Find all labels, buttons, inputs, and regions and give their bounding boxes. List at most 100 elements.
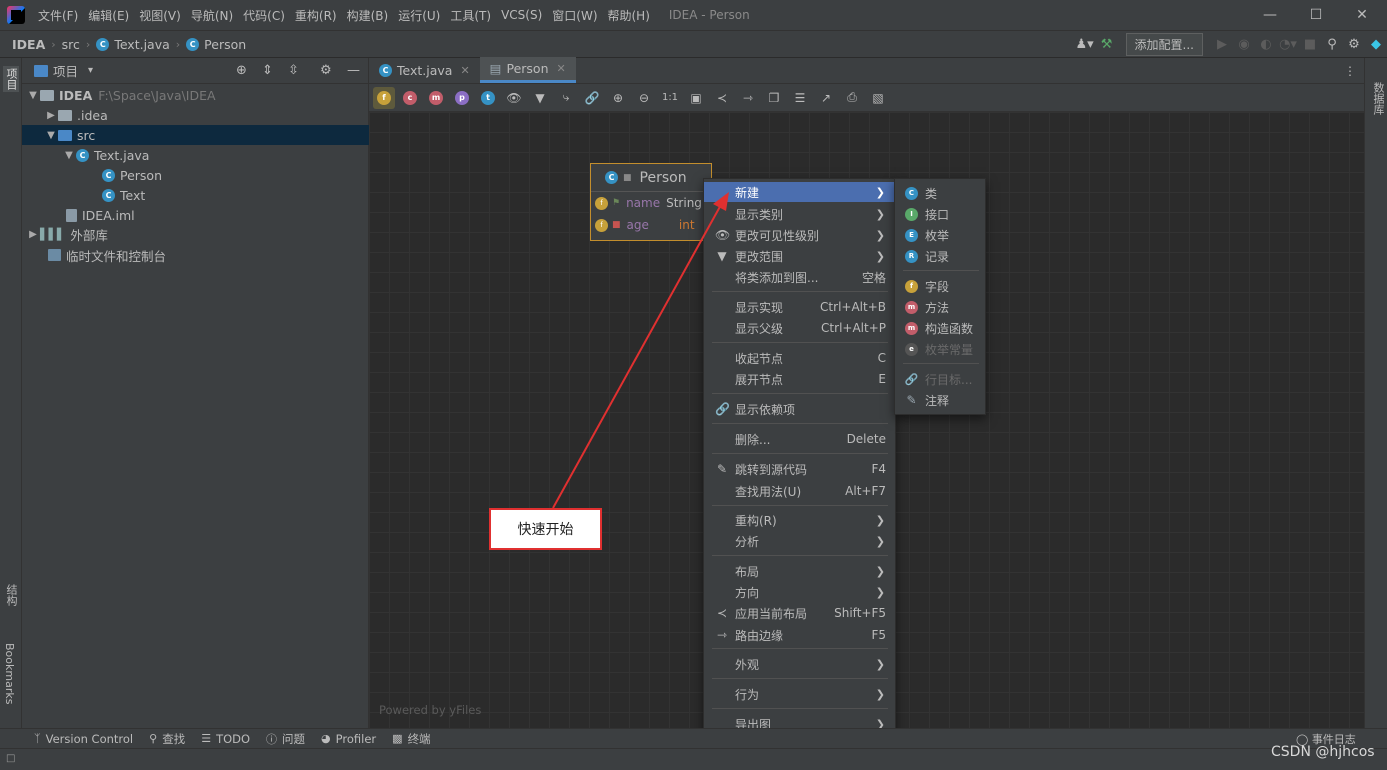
find-button[interactable]: ⚲ 查找 [149,731,185,747]
menu-apply-layout[interactable]: ≺ 应用当前布局 Shift+F5 [704,603,895,623]
breadcrumb-project[interactable]: IDEA [12,37,45,52]
scope-icon[interactable]: ⤷ [555,87,577,109]
menu-analyze[interactable]: 分析 ❯ [704,531,895,551]
menu-orientation[interactable]: 方向 ❯ [704,582,895,602]
version-control-button[interactable]: ᛉ Version Control [34,732,133,746]
menu-layout[interactable]: 布局 ❯ [704,561,895,581]
toolbox-icon[interactable]: ◆ [1365,37,1387,52]
submenu-note[interactable]: ✎ 注释 [895,390,985,410]
todo-button[interactable]: ☰ TODO [201,732,250,746]
breadcrumb-file[interactable]: Text.java [114,37,169,52]
menu-delete[interactable]: 删除... Delete [704,429,895,449]
panel-settings-icon[interactable]: ⚙ [320,63,332,78]
menu-collapse-nodes[interactable]: 收起节点 C [704,348,895,368]
submenu-class[interactable]: C类 [895,183,985,203]
project-tool-tab[interactable]: 项目 [3,66,19,92]
menu-build[interactable]: 构建(B) [342,7,394,24]
structure-icon[interactable]: ☰ [789,87,811,109]
show-inner-classes-button[interactable]: t [477,87,499,109]
menu-expand-nodes[interactable]: 展开节点 E [704,369,895,389]
menu-code[interactable]: 代码(C) [238,7,290,24]
menu-edit[interactable]: 编辑(E) [83,7,134,24]
profile-icon[interactable]: ◔▾ [1277,37,1299,52]
structure-tool-tab[interactable]: 结构 [3,584,19,606]
filter-icon[interactable]: ▼ [529,87,551,109]
menu-show-dependencies[interactable]: 🔗 显示依赖项 [704,399,895,419]
expand-arrow-icon[interactable]: ▼ [44,130,58,141]
breadcrumb-class[interactable]: Person [204,37,246,52]
menu-behavior[interactable]: 行为 ❯ [704,684,895,704]
menu-add-class[interactable]: 将类添加到图... 空格 [704,267,895,287]
show-properties-button[interactable]: p [451,87,473,109]
search-icon[interactable]: ⚲ [1321,37,1343,52]
breadcrumb-folder[interactable]: src [62,37,80,52]
bookmarks-tool-tab[interactable]: Bookmarks [3,643,16,704]
menu-refactor[interactable]: 重构(R) ❯ [704,510,895,530]
tree-item-project-root[interactable]: ▼ IDEA F:\Space\Java\IDEA [22,85,369,105]
minimize-icon[interactable]: — [1247,0,1293,30]
menu-file[interactable]: 文件(F) [33,7,83,24]
tab-text-java[interactable]: C Text.java ✕ [369,57,480,83]
user-icon[interactable]: ♟▾ [1074,37,1096,52]
tab-person-diagram[interactable]: ▤ Person ✕ [479,57,576,83]
project-panel-title[interactable]: 项目 [53,61,78,80]
maximize-icon[interactable]: ☐ [1293,0,1339,30]
close-window-icon[interactable]: ✕ [1339,0,1385,30]
menu-route-edges[interactable]: ⇾ 路由边缘 F5 [704,625,895,645]
visibility-button[interactable]: 👁 [503,87,525,109]
uml-class-node[interactable]: C ■ Person f ⚑ name String f ■ age int [590,163,712,241]
submenu-record[interactable]: R 记录 [895,246,985,266]
save-icon[interactable]: ▧ [867,87,889,109]
tree-item-external-libs[interactable]: ▶ ▌▌▌ 外部库 [22,224,369,244]
submenu-field[interactable]: f 字段 [895,276,985,296]
print-icon[interactable]: ⎙ [841,87,863,109]
menu-show-categories[interactable]: 显示类别 ❯ [704,204,895,224]
menu-show-parents[interactable]: 显示父级 Ctrl+Alt+P [704,318,895,338]
layout-icon[interactable]: ≺ [711,87,733,109]
tree-item-text[interactable]: C Text [22,185,369,205]
menu-run[interactable]: 运行(U) [393,7,445,24]
run-icon[interactable]: ▶ [1211,37,1233,52]
uml-field-name[interactable]: f ⚑ name String [591,192,711,214]
profiler-button[interactable]: ◕ Profiler [321,732,376,746]
menu-navigate[interactable]: 导航(N) [186,7,238,24]
zoom-in-icon[interactable]: ⊕ [607,87,629,109]
run-config-button[interactable]: 添加配置... [1125,33,1203,56]
dropdown-arrow-icon[interactable]: ▾ [88,65,93,76]
tree-item-idea-iml[interactable]: IDEA.iml [22,205,369,225]
menu-find-usages[interactable]: 查找用法(U) Alt+F7 [704,481,895,501]
show-fields-button[interactable]: f [373,86,395,109]
collapse-arrow-icon[interactable]: ▶ [44,110,58,121]
expand-all-icon[interactable]: ⇕ [262,63,273,78]
settings-gear-icon[interactable]: ⚙ [1343,37,1365,52]
show-methods-button[interactable]: m [425,87,447,109]
menu-show-implementations[interactable]: 显示实现 Ctrl+Alt+B [704,297,895,317]
tree-item-person[interactable]: C Person [22,165,369,185]
coverage-icon[interactable]: ◐ [1255,37,1277,52]
tree-item-src[interactable]: ▼ src [22,125,369,145]
menu-view[interactable]: 视图(V) [134,7,186,24]
more-options-icon[interactable]: ⋮ [1344,64,1356,78]
submenu-method[interactable]: m 方法 [895,297,985,317]
expand-arrow-icon[interactable]: ▼ [26,90,40,101]
zoom-out-icon[interactable]: ⊖ [633,87,655,109]
menu-help[interactable]: 帮助(H) [603,7,655,24]
build-hammer-icon[interactable]: ⚒ [1096,37,1118,52]
menu-new[interactable]: 新建 ❯ [704,182,895,202]
submenu-interface[interactable]: I 接口 [895,204,985,224]
menu-vcs[interactable]: VCS(S) [496,8,547,22]
route-edges-icon[interactable]: ⇾ [737,87,759,109]
collapse-all-icon[interactable]: ⇳ [288,63,299,78]
database-tool-tab[interactable]: 数据库 [1370,82,1386,115]
copy-icon[interactable]: ❐ [763,87,785,109]
close-tab-icon[interactable]: ✕ [460,64,469,77]
terminal-button[interactable]: ▩ 终端 [392,731,430,747]
problems-button[interactable]: ⓘ 问题 [266,731,305,747]
menu-change-scope[interactable]: ▼ 更改范围 ❯ [704,246,895,266]
fit-content-icon[interactable]: ▣ [685,87,707,109]
uml-field-age[interactable]: f ■ age int [591,214,711,236]
menu-window[interactable]: 窗口(W) [547,7,602,24]
show-constructors-button[interactable]: c [399,87,421,109]
tree-item-scratches[interactable]: 临时文件和控制台 [22,245,369,265]
export-icon[interactable]: ↗ [815,87,837,109]
